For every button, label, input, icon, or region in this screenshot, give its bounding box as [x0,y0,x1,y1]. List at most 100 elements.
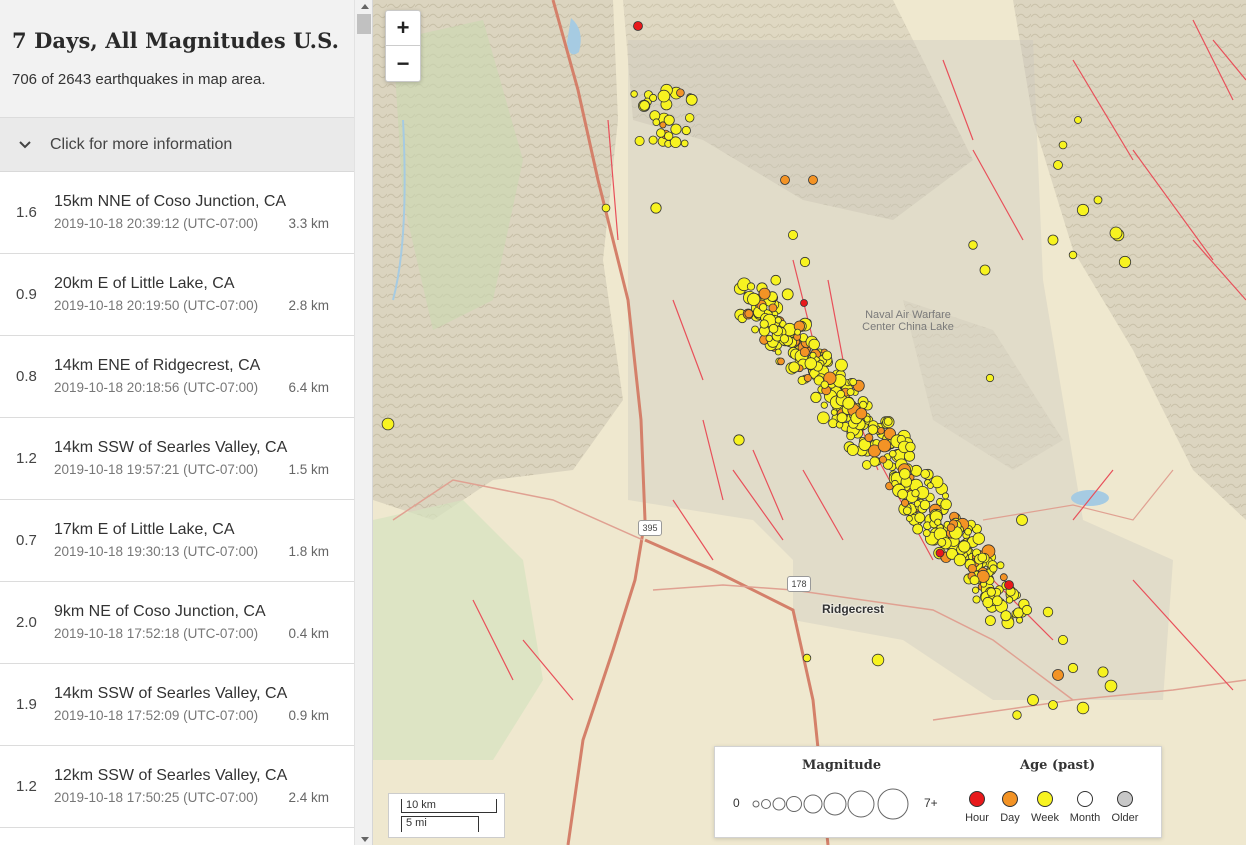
earthquake-marker[interactable] [1052,669,1064,681]
earthquake-marker[interactable] [972,595,981,604]
earthquake-marker[interactable] [855,407,868,420]
earthquake-marker[interactable] [1042,606,1054,618]
earthquake-marker[interactable] [822,350,833,361]
scrollbar-thumb[interactable] [357,14,371,34]
earthquake-marker[interactable] [914,512,926,523]
earthquake-marker[interactable] [810,391,822,403]
earthquake-marker[interactable] [877,427,885,435]
earthquake-marker[interactable] [986,587,996,597]
earthquake-marker[interactable] [982,596,994,608]
earthquake-marker[interactable] [958,540,971,553]
earthquake-marker[interactable] [985,615,996,626]
earthquake-marker[interactable] [794,328,802,336]
earthquake-marker[interactable] [1047,234,1059,246]
earthquake-marker[interactable] [877,438,892,453]
list-item[interactable]: 1.2 12km SSW of Searles Valley, CA 2019-… [0,746,354,828]
earthquake-marker[interactable] [774,348,782,356]
earthquake-marker[interactable] [1027,694,1039,706]
earthquake-marker[interactable] [828,418,838,429]
earthquake-marker[interactable] [1104,679,1118,693]
earthquake-marker[interactable] [977,552,988,563]
zoom-out-button[interactable]: − [386,46,420,81]
earthquake-marker[interactable] [639,100,650,111]
earthquake-marker[interactable] [799,256,811,268]
earthquake-marker[interactable] [630,90,638,98]
earthquake-marker[interactable] [601,203,611,213]
earthquake-marker[interactable] [926,482,934,490]
earthquake-marker[interactable] [937,538,947,547]
earthquake-marker[interactable] [1012,710,1022,720]
earthquake-marker[interactable] [846,443,859,456]
earthquake-marker[interactable] [849,378,858,386]
earthquake-marker[interactable] [758,287,771,300]
earthquake-marker[interactable] [1076,203,1090,217]
earthquake-marker[interactable] [905,441,916,453]
earthquake-marker[interactable] [1005,596,1014,604]
earthquake-marker[interactable] [633,21,643,31]
earthquake-marker[interactable] [744,309,754,319]
earthquake-marker[interactable] [774,316,782,324]
earthquake-marker[interactable] [935,548,945,558]
earthquake-marker[interactable] [901,498,910,507]
earthquake-marker[interactable] [985,373,995,383]
earthquake-marker[interactable] [1067,662,1079,674]
earthquake-marker[interactable] [747,292,761,306]
more-info-toggle[interactable]: Click for more information [0,118,354,172]
earthquake-marker[interactable] [788,361,800,373]
earthquake-marker[interactable] [751,325,760,334]
earthquake-marker[interactable] [859,400,868,409]
earthquake-marker[interactable] [871,653,885,667]
earthquake-marker[interactable] [777,357,785,366]
earthquake-marker[interactable] [934,518,942,526]
earthquake-marker[interactable] [979,264,991,276]
earthquake-marker[interactable] [659,121,667,129]
earthquake-marker[interactable] [846,388,855,396]
earthquake-marker[interactable] [902,506,912,516]
earthquake-marker[interactable] [650,202,662,214]
earthquake-marker[interactable] [942,492,950,500]
earthquake-marker[interactable] [836,390,845,399]
earthquake-marker[interactable] [867,424,879,435]
earthquake-marker[interactable] [781,288,794,301]
earthquake-marker[interactable] [972,532,986,545]
earthquake-marker[interactable] [787,229,798,240]
earthquake-marker[interactable] [1058,635,1069,646]
earthquake-marker[interactable] [1109,226,1123,240]
earthquake-marker[interactable] [1058,140,1068,150]
earthquake-marker[interactable] [1097,666,1109,678]
earthquake-marker[interactable] [820,380,829,389]
earthquake-marker[interactable] [657,89,671,103]
earthquake-marker[interactable] [1004,580,1014,590]
earthquake-marker[interactable] [920,469,930,479]
earthquake-marker[interactable] [964,527,972,536]
earthquake-marker[interactable] [897,488,908,500]
earthquake-marker[interactable] [1016,514,1028,526]
list-item[interactable]: 0.9 20km E of Little Lake, CA 2019-10-18… [0,254,354,336]
earthquake-markers[interactable] [373,0,1246,845]
earthquake-marker[interactable] [759,303,768,312]
earthquake-marker[interactable] [946,523,956,532]
earthquake-marker[interactable] [878,455,887,464]
list-item[interactable]: 1.9 14km SSW of Searles Valley, CA 2019-… [0,664,354,746]
earthquake-marker[interactable] [842,397,855,410]
map-view[interactable]: Naval Air Warfare Center China Lake Ridg… [373,0,1246,845]
earthquake-marker[interactable] [834,358,848,372]
earthquake-marker[interactable] [1048,700,1058,710]
earthquake-marker[interactable] [802,653,812,663]
earthquake-marker[interactable] [967,563,977,574]
earthquake-marker[interactable] [969,575,980,586]
earthquake-marker[interactable] [1118,255,1132,269]
earthquake-marker[interactable] [768,303,778,313]
earthquake-marker[interactable] [968,240,978,250]
earthquake-marker[interactable] [999,573,1008,582]
earthquake-marker[interactable] [1021,604,1033,616]
earthquake-marker[interactable] [996,561,1005,570]
earthquake-marker[interactable] [1053,160,1063,170]
earthquake-marker[interactable] [676,88,685,98]
earthquake-marker[interactable] [817,411,830,425]
list-item[interactable]: 1.2 14km SSW of Searles Valley, CA 2019-… [0,418,354,500]
list-item[interactable]: 1.6 15km NNE of Coso Junction, CA 2019-1… [0,172,354,254]
earthquake-marker[interactable] [799,347,810,358]
earthquake-marker[interactable] [808,175,818,185]
earthquake-marker[interactable] [912,523,924,535]
